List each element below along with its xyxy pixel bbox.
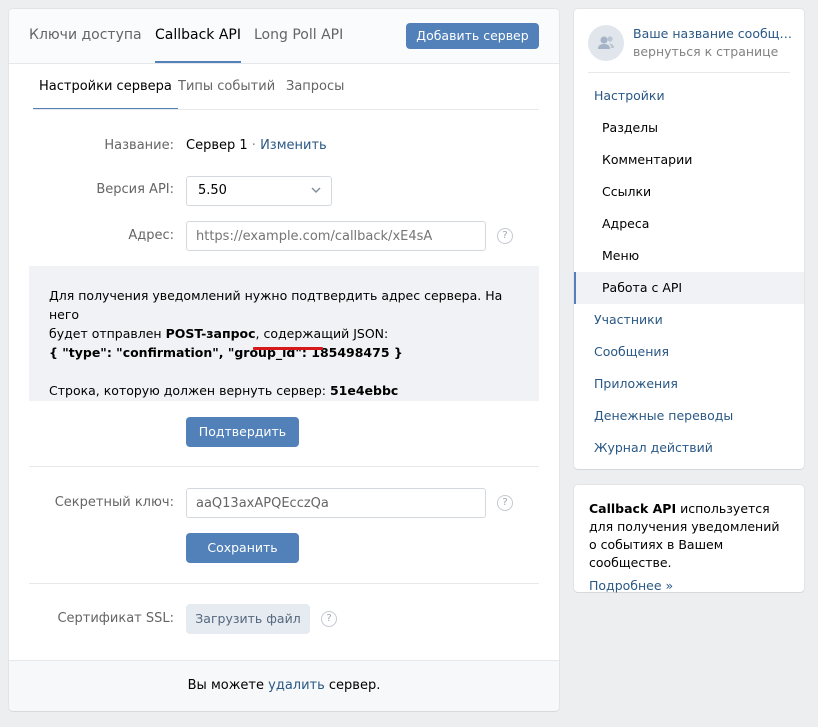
secret-key-input[interactable] <box>186 488 486 518</box>
name-label: Название: <box>104 138 174 153</box>
sidebar-item-2[interactable]: Комментарии <box>574 144 804 176</box>
top-tabs: Ключи доступа Callback API Long Poll API… <box>9 9 559 64</box>
address-help-icon[interactable]: ? <box>497 228 513 244</box>
info-line-1: Для получения уведомлений нужно подтверд… <box>49 288 503 322</box>
callback-info-text: Callback API используется для получения … <box>589 501 780 570</box>
sidebar-item-6[interactable]: Работа с API <box>574 272 804 304</box>
tab-requests[interactable]: Запросы <box>286 64 344 110</box>
sidebar-item-11[interactable]: Журнал действий <box>574 432 804 464</box>
sub-tabs: Настройки сервера Типы событий Запросы <box>9 64 559 110</box>
sidebar-item-9[interactable]: Приложения <box>574 368 804 400</box>
community-name[interactable]: Ваше название сообщества <box>633 26 793 41</box>
address-label: Адрес: <box>128 228 174 243</box>
tab-event-types[interactable]: Типы событий <box>178 64 275 110</box>
add-server-button[interactable]: Добавить сервер <box>406 23 539 49</box>
chevron-down-icon <box>311 187 321 193</box>
sidebar-item-8[interactable]: Сообщения <box>574 336 804 368</box>
return-string-row: Строка, которую должен вернуть сервер: 5… <box>49 383 399 398</box>
sidebar-item-10[interactable]: Денежные переводы <box>574 400 804 432</box>
tab-access-keys[interactable]: Ключи доступа <box>29 9 142 63</box>
delete-server-link[interactable]: удалить <box>268 678 325 693</box>
tab-long-poll-api[interactable]: Long Poll API <box>254 9 343 63</box>
tab-server-settings[interactable]: Настройки сервера <box>33 64 178 110</box>
confirm-button[interactable]: Подтвердить <box>186 417 299 447</box>
avatar <box>588 25 624 61</box>
upload-file-button[interactable]: Загрузить файл <box>186 604 310 634</box>
section-divider <box>29 583 539 584</box>
name-value-row: Сервер 1 · Изменить <box>186 138 327 153</box>
sub-tabs-divider <box>33 109 539 110</box>
json-example: { "type": "confirmation", "group_id": 18… <box>49 345 403 360</box>
sidebar-item-3[interactable]: Ссылки <box>574 176 804 208</box>
sidebar-item-4[interactable]: Адреса <box>574 208 804 240</box>
edit-name-link[interactable]: Изменить <box>260 138 327 153</box>
api-version-value: 5.50 <box>198 183 227 198</box>
name-separator: · <box>247 138 261 153</box>
sidebar-item-1[interactable]: Разделы <box>574 112 804 144</box>
secret-key-help-icon[interactable]: ? <box>497 495 513 511</box>
address-input[interactable] <box>186 221 486 251</box>
section-divider <box>29 466 539 467</box>
community-header[interactable]: Ваше название сообщества вернуться к стр… <box>588 23 793 73</box>
save-button[interactable]: Сохранить <box>186 533 299 563</box>
users-icon <box>598 36 614 49</box>
ssl-label: Сертификат SSL: <box>57 611 174 626</box>
ssl-help-icon[interactable]: ? <box>321 611 337 627</box>
settings-menu: Ваше название сообщества вернуться к стр… <box>574 9 804 469</box>
api-version-label: Версия API: <box>96 182 174 197</box>
tab-callback-api[interactable]: Callback API <box>155 9 242 63</box>
sidebar-item-7[interactable]: Участники <box>574 304 804 336</box>
back-to-page-link[interactable]: вернуться к странице <box>633 44 778 59</box>
secret-key-label: Секретный ключ: <box>54 495 174 510</box>
group-id-underline <box>253 347 323 350</box>
api-version-select[interactable]: 5.50 <box>186 176 332 206</box>
server-settings-panel: Ключи доступа Callback API Long Poll API… <box>9 9 559 711</box>
more-link[interactable]: Подробнее » <box>589 578 673 593</box>
sidebar-item-0[interactable]: Настройки <box>574 80 804 112</box>
server-name: Сервер 1 <box>186 138 248 153</box>
sidebar-item-5[interactable]: Меню <box>574 240 804 272</box>
confirmation-code: 51e4ebbc <box>329 383 399 398</box>
footer: Вы можете удалить сервер. <box>9 660 559 711</box>
info-line-2: будет отправлен POST-запрос, содержащий … <box>49 326 389 341</box>
menu-divider <box>588 72 790 73</box>
callback-info-card: Callback API используется для получения … <box>574 485 804 593</box>
confirmation-info-box: Для получения уведомлений нужно подтверд… <box>29 266 539 401</box>
post-request-text: POST-запрос <box>165 326 256 341</box>
